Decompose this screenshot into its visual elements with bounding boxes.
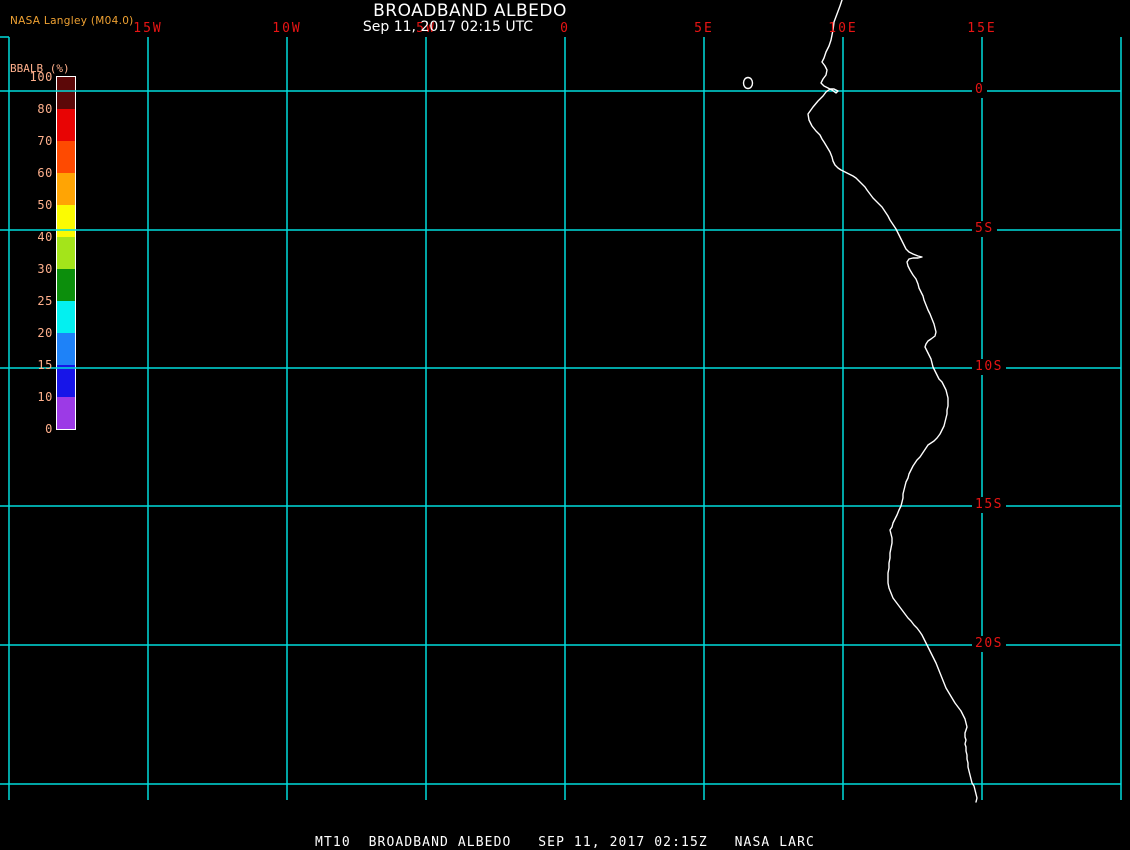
lon-label-0: 0: [560, 21, 570, 36]
africa-west-coastline: [807, 0, 978, 803]
legend-tick-60: 60: [37, 166, 53, 180]
legend-tick-15: 15: [37, 358, 53, 372]
legend-tick-50: 50: [37, 198, 53, 212]
legend-segment: [57, 301, 75, 333]
legend-tick-80: 80: [37, 102, 53, 116]
legend-segment: [57, 205, 75, 237]
status-bar: MT10 BROADBAND ALBEDO SEP 11, 2017 02:15…: [315, 835, 815, 850]
legend-tick-70: 70: [37, 134, 53, 148]
lat-label-0: 0: [972, 82, 988, 98]
legend-tick-20: 20: [37, 326, 53, 340]
legend-segment: [57, 141, 75, 173]
legend-segment: [57, 77, 75, 109]
legend-segment: [57, 365, 75, 397]
legend-segment: [57, 237, 75, 269]
source-label: NASA Langley (M04.0): [10, 15, 134, 27]
legend-segment: [57, 333, 75, 365]
island-outline: [742, 76, 754, 90]
lon-label-10E: 10E: [828, 21, 858, 36]
lat-label-15S: 15S: [972, 497, 1006, 513]
legend-tick-10: 10: [37, 390, 53, 404]
albedo-map-screen: NASA Langley (M04.0) BROADBAND ALBEDO Se…: [0, 0, 1130, 850]
page-title: BROADBAND ALBEDO: [373, 1, 567, 21]
legend-colorbar: [56, 76, 76, 430]
legend-tick-100: 100: [29, 70, 53, 84]
lat-lon-grid: [0, 36, 1122, 800]
legend-tick-40: 40: [37, 230, 53, 244]
legend-segment: [57, 397, 75, 429]
lon-label-15E: 15E: [967, 21, 997, 36]
legend-segment: [57, 173, 75, 205]
lat-label-10S: 10S: [972, 359, 1006, 375]
lon-label-15W: 15W: [133, 21, 163, 36]
timestamp-subtitle: Sep 11, 2017 02:15 UTC: [362, 19, 534, 35]
legend-tick-30: 30: [37, 262, 53, 276]
legend-segment: [57, 109, 75, 141]
legend-segment: [57, 269, 75, 301]
lon-label-5E: 5E: [694, 21, 714, 36]
legend-tick-25: 25: [37, 294, 53, 308]
map-canvas: [0, 0, 1122, 803]
lat-label-20S: 20S: [972, 636, 1006, 652]
legend-tick-0: 0: [45, 422, 53, 436]
lat-label-5S: 5S: [972, 221, 997, 237]
coastline: [742, 0, 978, 803]
lon-label-10W: 10W: [272, 21, 302, 36]
